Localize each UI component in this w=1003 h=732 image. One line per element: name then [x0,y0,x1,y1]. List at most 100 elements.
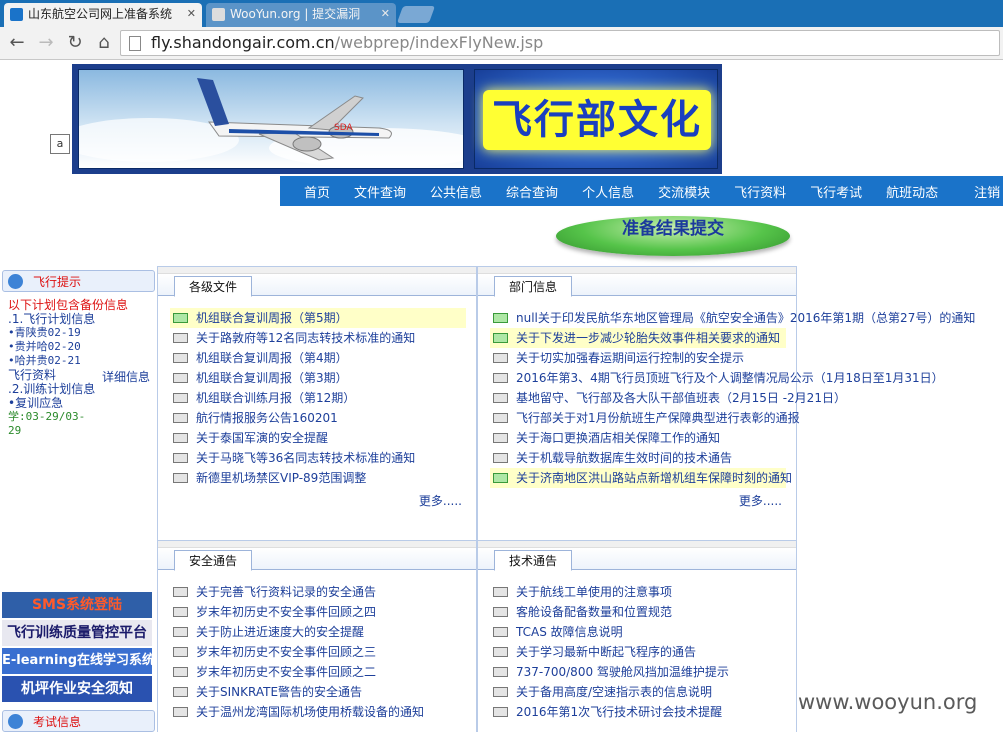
list-item[interactable]: 航行情报服务公告160201 [170,408,500,428]
list-item[interactable]: 关于海口更换酒店相关保障工作的通知 [490,428,1003,448]
files-panel: ⠿ 各级文件 机组联合复训周报（第5期） 关于路敦府等12名同志转技术标准的通知… [157,266,477,540]
browser-tab-wooyun[interactable]: WooYun.org | 提交漏洞 ✕ [206,3,396,27]
new-mail-icon [493,473,508,483]
plan-item[interactable]: •贵并哈02-20 [8,340,128,354]
mail-icon [493,707,508,717]
mail-icon [173,333,188,343]
mail-icon [493,607,508,617]
list-item[interactable]: 飞行部关于对1月份航班生产保障典型进行表彰的通报 [490,408,1003,428]
list-item[interactable]: 737-700/800 驾驶舱风挡加温维护提示 [490,662,820,682]
mail-icon [493,433,508,443]
list-item[interactable]: 关于防止进近速度大的安全提醒 [170,622,500,642]
culture-title: 飞行部文化 [483,90,711,150]
list-item[interactable]: 2016年第1次飞行技术研讨会技术提醒 [490,702,820,722]
list-item[interactable]: 关于学习最新中断起飞程序的通告 [490,642,820,662]
training-item[interactable]: •复训应急 [8,396,128,410]
list-item[interactable]: 关于路敦府等12名同志转技术标准的通知 [170,328,500,348]
reload-icon[interactable]: ↻ [64,32,86,54]
list-item[interactable]: 岁末年初历史不安全事件回顾之三 [170,642,500,662]
list-item[interactable]: 关于济南地区洪山路站点新增机组车保障时刻的通知 [490,468,792,488]
home-icon[interactable]: ⌂ [93,32,115,54]
mail-icon [173,687,188,697]
list-item[interactable]: 关于SINKRATE警告的安全通告 [170,682,500,702]
tab-title: WooYun.org | 提交漏洞 [230,7,361,21]
plan-item[interactable]: •青陕贵02-19 [8,326,128,340]
nav-item-general-query[interactable]: 综合查询 [494,182,570,201]
tab-tech[interactable]: 技术通告 [494,550,573,571]
list-item[interactable]: 基地留守、飞行部及各大队干部值班表（2月15日 -2月21日） [490,388,1003,408]
list-item[interactable]: 关于泰国军演的安全提醒 [170,428,500,448]
nav-item-home[interactable]: 首页 [280,182,342,201]
list-item[interactable]: 关于马晓飞等36名同志转技术标准的通知 [170,448,500,468]
mail-icon [173,627,188,637]
training-quality-banner[interactable]: 飞行训练质量管控平台 [2,620,152,646]
plan-item[interactable]: •哈并贵02-21 [8,354,128,368]
browser-toolbar: ← → ↻ ⌂ fly.shandongair.com.cn/webprep/i… [0,27,1003,60]
list-item[interactable]: 岁末年初历史不安全事件回顾之二 [170,662,500,682]
new-mail-icon [493,333,508,343]
new-tab-button[interactable] [396,6,436,23]
nav-item-flight-status[interactable]: 航班动态 [874,182,950,201]
close-icon[interactable]: ✕ [381,3,390,25]
browser-tab-shandongair[interactable]: 山东航空公司网上准备系统 ✕ [4,3,202,27]
mail-icon [493,353,508,363]
forward-arrow-icon[interactable]: → [35,32,57,54]
nav-item-logout[interactable]: 注销 [950,182,1003,201]
nav-item-flight-data[interactable]: 飞行资料 [722,182,798,201]
mail-icon [493,667,508,677]
elearning-banner[interactable]: E-learning在线学习系统 [2,648,152,674]
apron-safety-banner[interactable]: 机坪作业安全须知 [2,676,152,702]
mail-icon [173,393,188,403]
list-item[interactable]: 关于温州龙湾国际机场使用桥载设备的通知 [170,702,500,722]
list-item[interactable]: 关于航线工单使用的注意事项 [490,582,820,602]
left-sidebar: 飞行提示 以下计划包含备份信息 .1.飞行计划信息 •青陕贵02-19 •贵并哈… [0,268,156,732]
list-item[interactable]: 新德里机场禁区VIP-89范围调整 [170,468,500,488]
detail-info-link[interactable]: 详细信息 [102,368,150,385]
list-item[interactable]: 关于完善飞行资料记录的安全通告 [170,582,500,602]
airplane-image: SDA [78,69,464,169]
sms-login-banner[interactable]: SMS系统登陆 [2,592,152,618]
list-item[interactable]: 机组联合复训周报（第5期） [170,308,466,328]
address-bar[interactable]: fly.shandongair.com.cn/webprep/indexFlyN… [120,30,1000,56]
list-item[interactable]: 2016年第3、4期飞行员顶班飞行及个人调整情况局公示（1月18日至1月31日） [490,368,1003,388]
files-more-link[interactable]: 更多..... [419,492,462,509]
panel-top-border [158,540,476,548]
nav-item-flight-exam[interactable]: 飞行考试 [798,182,874,201]
submit-preparation-button[interactable]: 准备结果提交 [556,208,790,258]
nav-item-public-info[interactable]: 公共信息 [418,182,494,201]
exam-info-header: 考试信息 [2,710,155,732]
new-mail-icon [173,313,188,323]
dept-panel: ⠿ 部门信息 null关于印发民航华东地区管理局《航空安全通告》2016年第1期… [477,266,975,540]
list-item[interactable]: 机组联合复训周报（第3期） [170,368,500,388]
list-item[interactable]: 关于切实加强春运期间运行控制的安全提示 [490,348,1003,368]
close-icon[interactable]: ✕ [187,3,196,25]
tab-dept[interactable]: 部门信息 [494,276,573,297]
list-item[interactable]: TCAS 故障信息说明 [490,622,820,642]
list-item[interactable]: 客舱设备配备数量和位置规范 [490,602,820,622]
nav-item-exchange[interactable]: 交流模块 [646,182,722,201]
submit-preparation-label: 准备结果提交 [622,219,724,239]
list-item[interactable]: 关于备用高度/空速指示表的信息说明 [490,682,820,702]
mail-icon [493,687,508,697]
anchor-link[interactable]: a [50,134,70,154]
tab-files[interactable]: 各级文件 [174,276,253,297]
list-item[interactable]: 关于机载导航数据库生效时间的技术通告 [490,448,1003,468]
dept-more-link[interactable]: 更多..... [739,492,782,509]
list-item[interactable]: 机组联合训练月报（第12期） [170,388,500,408]
mail-icon [173,647,188,657]
back-arrow-icon[interactable]: ← [6,32,28,54]
mail-icon [173,373,188,383]
globe-icon [8,714,23,729]
list-item[interactable]: 关于下发进一步减少轮胎失效事件相关要求的通知 [490,328,786,348]
nav-item-personal-info[interactable]: 个人信息 [570,182,646,201]
nav-item-file-query[interactable]: 文件查询 [342,182,418,201]
tab-safety[interactable]: 安全通告 [174,550,253,571]
header-banner: SDA 飞行部文化 [72,64,722,174]
list-item[interactable]: 机组联合复训周报（第4期） [170,348,500,368]
mail-icon [173,473,188,483]
dept-list: null关于印发民航华东地区管理局《航空安全通告》2016年第1期（总第27号）… [490,308,1003,488]
globe-icon [8,274,23,289]
list-item[interactable]: 岁末年初历史不安全事件回顾之四 [170,602,500,622]
list-item[interactable]: null关于印发民航华东地区管理局《航空安全通告》2016年第1期（总第27号）… [490,308,1003,328]
mail-icon [493,647,508,657]
